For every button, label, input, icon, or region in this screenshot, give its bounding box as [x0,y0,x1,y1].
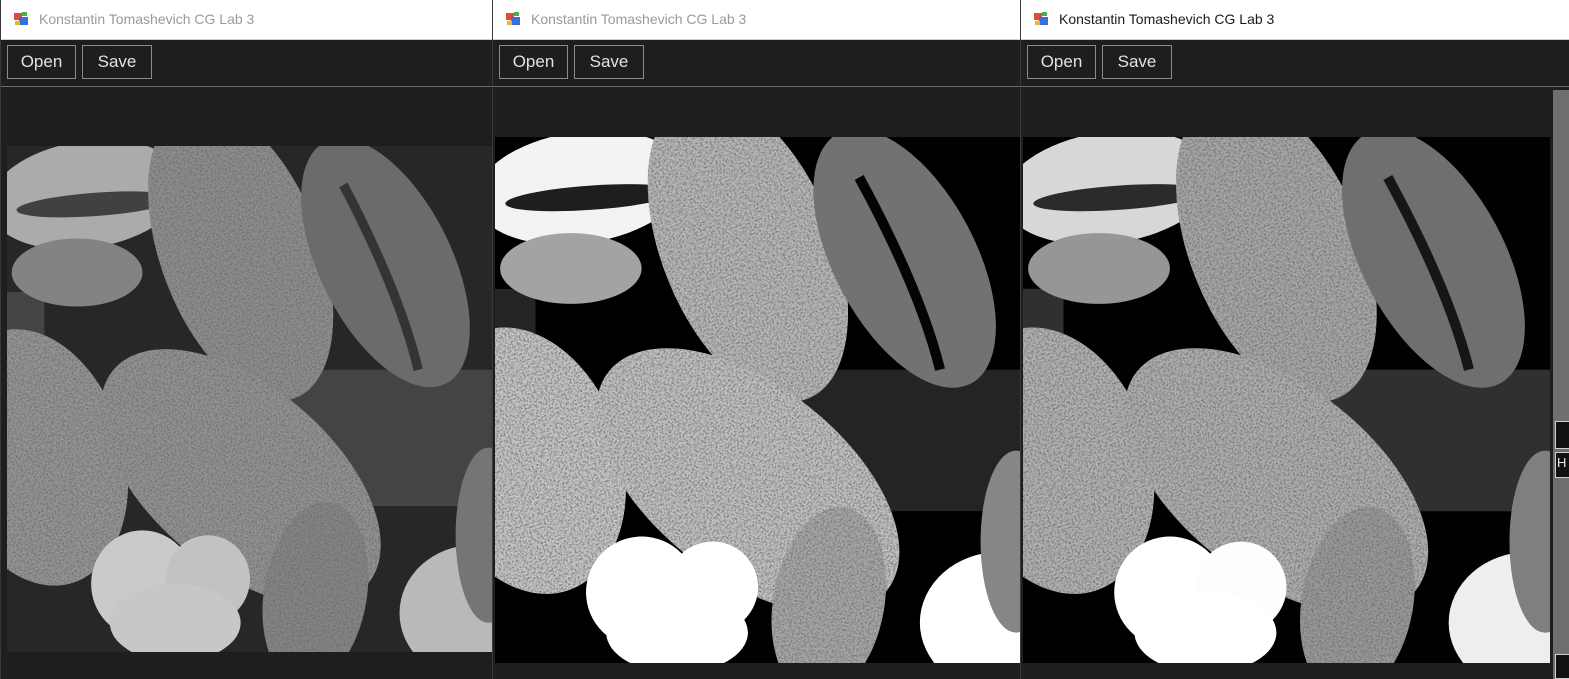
image-canvas-posterized [1023,137,1550,663]
window-title: Konstantin Tomashevich CG Lab 3 [1059,11,1275,27]
save-button[interactable]: Save [82,45,152,79]
open-button[interactable]: Open [499,45,568,79]
open-button[interactable]: Open [7,45,76,79]
open-button[interactable]: Open [1027,45,1096,79]
app-window-2: Konstantin Tomashevich CG Lab 3 Open Sav… [492,0,1020,679]
image-canvas-contrast [495,137,1020,663]
app-window-icon [506,12,520,25]
title-bar[interactable]: Konstantin Tomashevich CG Lab 3 [493,0,1020,40]
side-control[interactable] [1555,421,1569,449]
app-window-icon [1034,12,1048,25]
window-title: Konstantin Tomashevich CG Lab 3 [531,11,747,27]
toolbar: Open Save [1021,40,1569,87]
title-bar[interactable]: Konstantin Tomashevich CG Lab 3 [1,0,492,40]
toolbar: Open Save [493,40,1020,87]
image-canvas-original [7,146,492,652]
window-title: Konstantin Tomashevich CG Lab 3 [39,11,255,27]
title-bar[interactable]: Konstantin Tomashevich CG Lab 3 [1021,0,1569,40]
toolbar: Open Save [1,40,492,87]
side-control[interactable] [1555,654,1569,679]
save-button[interactable]: Save [574,45,644,79]
save-button[interactable]: Save [1102,45,1172,79]
side-label: H [1555,452,1569,478]
app-window-icon [14,12,28,25]
side-panel [1553,90,1569,679]
desktop: Konstantin Tomashevich CG Lab 3 Open Sav… [0,0,1569,679]
app-window-3: Konstantin Tomashevich CG Lab 3 Open Sav… [1020,0,1569,679]
app-window-1: Konstantin Tomashevich CG Lab 3 Open Sav… [0,0,492,679]
